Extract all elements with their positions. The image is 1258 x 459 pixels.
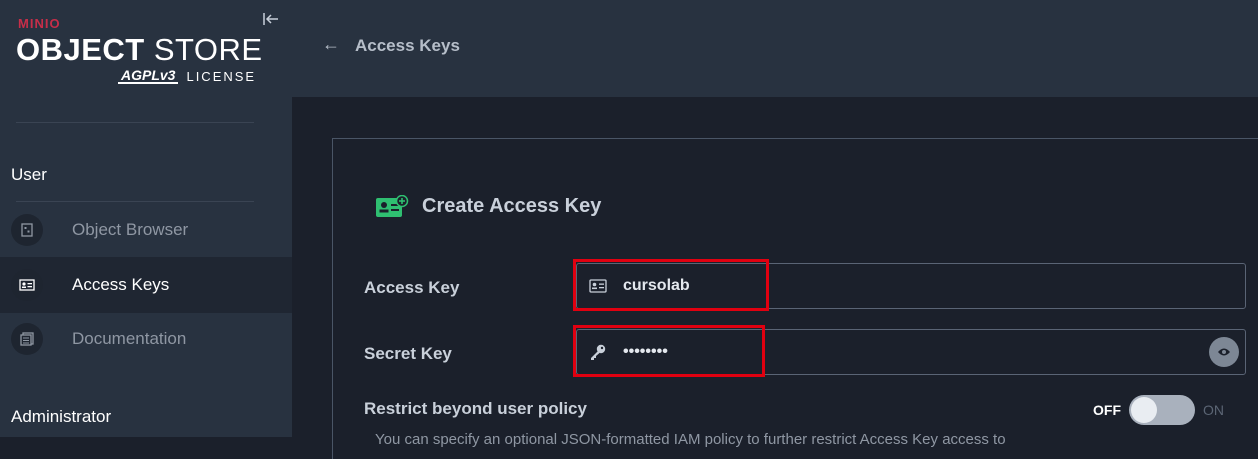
secret-key-input[interactable] [621,342,1165,362]
sidebar-item-label: Access Keys [72,275,170,294]
brand-minio-logo: MINIO [18,16,61,31]
sidebar-item-access-keys[interactable]: Access Keys [0,257,292,313]
form-title: Create Access Key [422,195,602,217]
access-key-field[interactable] [576,263,1246,309]
secret-key-field[interactable] [576,329,1246,375]
back-button[interactable]: ← [322,34,340,55]
key-icon [589,343,607,361]
sidebar-item-label: Object Browser [72,220,189,239]
toggle-off-label: OFF [1093,402,1121,418]
sidebar-item-documentation[interactable]: Documentation [0,311,292,367]
collapse-sidebar-button[interactable] [260,8,282,30]
create-access-key-panel: Create Access Key Access Key Secret Key … [332,138,1258,459]
documentation-icon [11,323,43,355]
add-access-key-icon [375,194,409,224]
access-key-label: Access Key [364,278,460,297]
restrict-policy-toggle[interactable] [1129,395,1195,425]
section-user: User [11,165,47,184]
toggle-knob [1131,397,1157,423]
agpl-logo: AGPLv3 [118,68,179,84]
page-title: Access Keys [355,36,460,55]
bucket-icon [11,214,43,246]
eye-icon [1218,348,1230,356]
restrict-policy-toggle-group: OFF ON [1093,395,1224,425]
show-password-button[interactable] [1209,337,1239,367]
section-administrator: Administrator [11,407,112,426]
sidebar-divider [16,122,254,123]
sidebar-item-object-browser[interactable]: Object Browser [0,202,292,258]
license-label: LICENSE [186,68,257,84]
page-header: ← Access Keys [292,0,1258,97]
id-card-icon [11,269,43,301]
brand-license: AGPLv3 LICENSE [118,68,256,84]
access-key-input[interactable] [621,276,1165,296]
id-card-icon [589,277,607,295]
secret-key-label: Secret Key [364,344,452,363]
toggle-on-label: ON [1203,402,1224,418]
brand-title: OBJECT STORE [16,32,263,67]
sidebar-item-label: Documentation [72,329,187,348]
sidebar: MINIO OBJECT STORE AGPLv3 LICENSE User O… [0,0,292,437]
collapse-icon [263,13,278,25]
restrict-policy-label: Restrict beyond user policy [364,399,587,418]
restrict-policy-helper-text: You can specify an optional JSON-formatt… [375,431,1006,448]
